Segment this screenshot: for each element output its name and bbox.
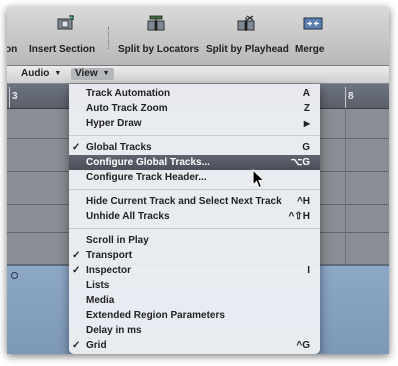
menu-item-label: Delay in ms [86,325,142,336]
menu-item-label: Hide Current Track and Select Next Track [86,196,282,207]
insert-section-icon [57,15,74,30]
menu-item-label: Lists [86,280,110,291]
view-menu[interactable]: View ▼ [71,68,114,80]
toolbar-separator [108,27,110,49]
menu-separator [69,135,320,136]
menu-item-shortcut: Z [303,103,310,114]
insert-section-label: Insert Section [29,44,96,55]
menu-item-label: Auto Track Zoom [86,103,168,114]
local-menu-bar: Audio ▼ View ▼ [7,66,389,84]
menu-item-grid[interactable]: ✓ Grid ^G [69,338,320,353]
menu-item-label: Configure Global Tracks... [86,157,210,168]
menu-item-hyper-draw[interactable]: Hyper Draw ▶ [69,116,320,131]
mouse-pointer-icon [252,169,266,189]
menu-item-label: Configure Track Header... [86,172,207,183]
menu-item-extended-region-parameters[interactable]: Extended Region Parameters [69,308,320,323]
menu-item-unhide-all-tracks[interactable]: Unhide All Tracks ^⇧H [69,209,320,224]
menu-item-configure-track-header[interactable]: Configure Track Header... [69,170,320,185]
split-by-locators-icon [147,15,165,31]
audio-menu[interactable]: Audio ▼ [17,68,65,80]
menu-item-global-tracks[interactable]: ✓ Global Tracks G [69,140,320,155]
split-by-playhead-icon [237,15,255,31]
bar-gridline [345,109,346,265]
menu-item-label: Track Automation [86,88,171,99]
menu-item-label: Extended Region Parameters [86,310,225,321]
menu-item-shortcut: A [302,88,310,99]
menu-item-shortcut: ^⇧H [288,211,310,222]
merge-icon [303,17,323,30]
menu-item-label: Grid [86,340,107,351]
split-by-playhead-label: Split by Playhead [206,44,289,55]
menu-item-shortcut: G [302,142,310,153]
menu-separator [69,189,320,190]
menu-item-inspector[interactable]: ✓ Inspector I [69,263,320,278]
toolbar: on Insert Section Split by Locators Spli… [7,7,389,66]
audio-menu-chevron-down-icon: ▼ [54,70,62,77]
menu-item-shortcut: I [307,265,310,276]
menu-item-label: Transport [86,250,133,261]
menu-item-label: Inspector [86,265,132,276]
menu-item-track-automation[interactable]: Track Automation A [69,86,320,101]
submenu-arrow-icon: ▶ [303,119,310,128]
view-menu-label: View [75,68,98,79]
ruler-tick [9,87,10,108]
toolbar-item-partial-label: on [7,44,18,55]
menu-item-scroll-in-play[interactable]: Scroll in Play [69,233,320,248]
audio-menu-label: Audio [21,68,50,79]
checkmark-icon: ✓ [72,142,81,153]
menu-item-delay-in-ms[interactable]: Delay in ms [69,323,320,338]
menu-item-auto-track-zoom[interactable]: Auto Track Zoom Z [69,101,320,116]
menu-item-label: Media [86,295,115,306]
menu-item-label: Hyper Draw [86,118,142,129]
menu-item-shortcut: ⌥G [290,157,310,168]
checkmark-icon: ✓ [72,250,81,261]
arrange-window: on Insert Section Split by Locators Spli… [7,7,389,354]
region-loop-dot [11,272,18,279]
merge-label: Merge [295,44,325,55]
menu-separator [69,228,320,229]
ruler-bar-number: 3 [12,91,18,102]
menu-item-label: Scroll in Play [86,235,149,246]
menu-item-configure-global-tracks[interactable]: Configure Global Tracks... ⌥G [69,155,320,170]
split-by-locators-label: Split by Locators [118,44,200,55]
menu-item-lists[interactable]: Lists [69,278,320,293]
menu-item-transport[interactable]: ✓ Transport [69,248,320,263]
view-menu-chevron-down-icon: ▼ [102,70,110,77]
menu-item-shortcut: ^H [296,196,310,207]
menu-item-hide-current-track[interactable]: Hide Current Track and Select Next Track… [69,194,320,209]
checkmark-icon: ✓ [72,265,81,276]
menu-item-label: Global Tracks [86,142,152,153]
view-dropdown-menu: Track Automation A Auto Track Zoom Z Hyp… [69,84,320,354]
menu-item-label: Unhide All Tracks [86,211,170,222]
menu-item-shortcut: ^G [296,340,310,351]
ruler-tick [345,87,346,108]
menu-item-media[interactable]: Media [69,293,320,308]
ruler-bar-number: 8 [348,91,354,102]
checkmark-icon: ✓ [72,340,81,351]
